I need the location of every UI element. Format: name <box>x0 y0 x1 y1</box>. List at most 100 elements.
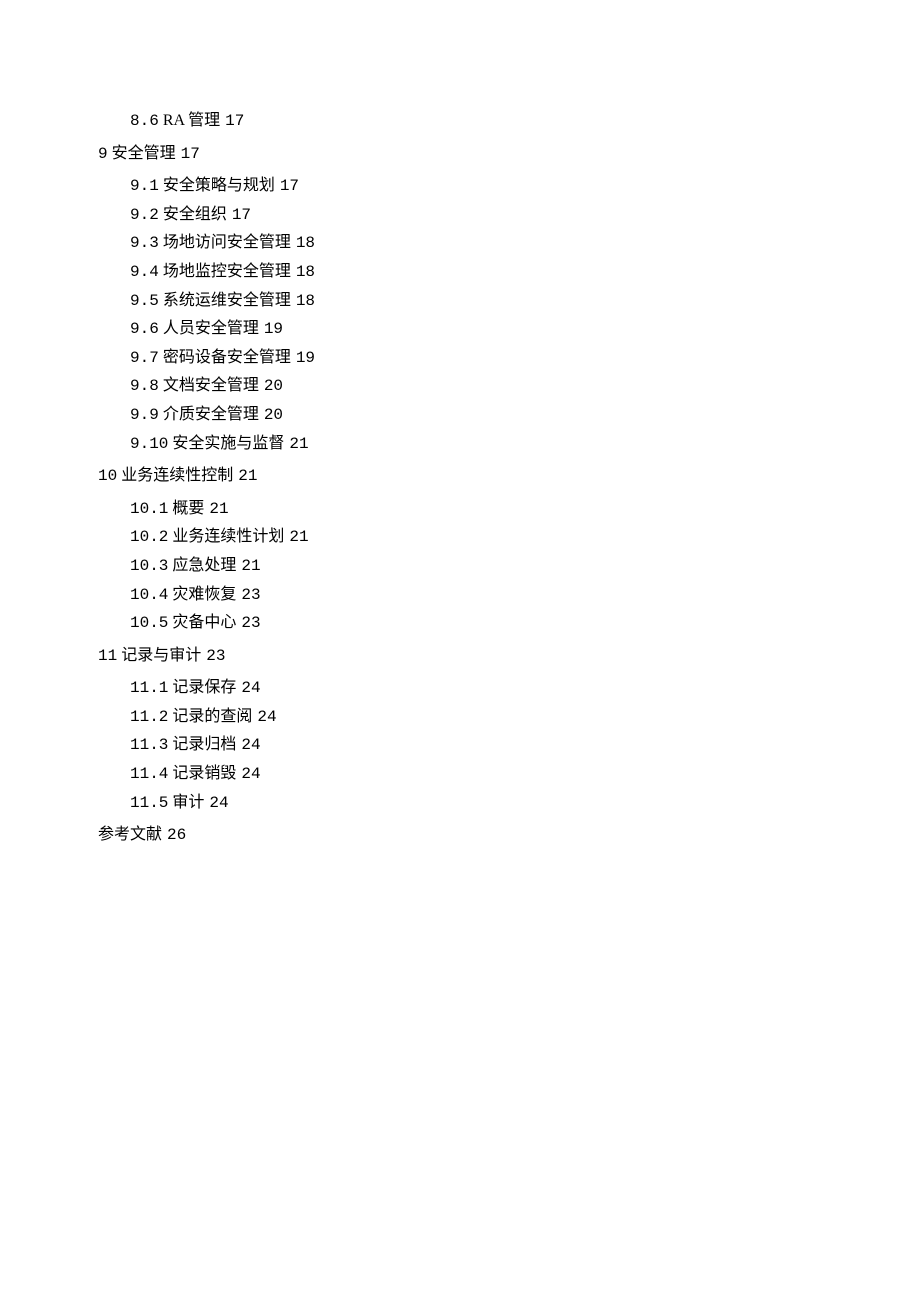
toc-entry-page: 17 <box>280 177 299 195</box>
toc-entry-number: 11.3 <box>130 736 168 754</box>
toc-entry-page: 24 <box>209 794 228 812</box>
toc-entry-title: 灾难恢复 <box>172 586 236 603</box>
toc-entry-page: 17 <box>232 206 251 224</box>
toc-entry-page: 21 <box>209 500 228 518</box>
toc-entry-title: 系统运维安全管理 <box>163 292 291 309</box>
toc-entry-number: 9.6 <box>130 320 159 338</box>
toc-entry-number: 10.5 <box>130 614 168 632</box>
toc-entry: 9.8 文档安全管理 20 <box>130 373 920 400</box>
toc-entry-page: 18 <box>296 292 315 310</box>
toc-entry-title: 场地监控安全管理 <box>163 263 291 280</box>
toc-entry-title: 记录归档 <box>172 736 236 753</box>
toc-entry-title: 文档安全管理 <box>163 377 259 394</box>
toc-entry-number: 9.9 <box>130 406 159 424</box>
toc-entry-title: 人员安全管理 <box>163 320 259 337</box>
toc-entry-title: 概要 <box>172 500 204 517</box>
toc-entry-number: 9.4 <box>130 263 159 281</box>
toc-entry-number: 11 <box>98 647 117 665</box>
toc-entry-page: 23 <box>241 586 260 604</box>
toc-entry: 9.5 系统运维安全管理 18 <box>130 288 920 315</box>
toc-entry-number: 9.1 <box>130 177 159 195</box>
toc-entry: 9.10 安全实施与监督 21 <box>130 431 920 458</box>
toc-entry-number: 10.4 <box>130 586 168 604</box>
toc-entry-title: 业务连续性控制 <box>121 467 233 484</box>
toc-entry-title: 安全实施与监督 <box>172 435 284 452</box>
toc-entry-number: 9.10 <box>130 435 168 453</box>
toc-entry-title: 应急处理 <box>172 557 236 574</box>
toc-entry: 8.6 RA 管理 17 <box>130 108 920 135</box>
toc-entry-page: 19 <box>296 349 315 367</box>
toc-entry-number: 11.2 <box>130 708 168 726</box>
table-of-contents: 8.6 RA 管理 179 安全管理 179.1 安全策略与规划 179.2 安… <box>98 108 920 849</box>
toc-entry: 10 业务连续性控制 21 <box>98 463 920 490</box>
toc-entry: 11 记录与审计 23 <box>98 643 920 670</box>
toc-entry-title: 安全组织 <box>163 206 227 223</box>
toc-entry-title: 密码设备安全管理 <box>163 349 291 366</box>
toc-entry-number: 11.5 <box>130 794 168 812</box>
toc-entry-number: 10.1 <box>130 500 168 518</box>
toc-entry: 10.3 应急处理 21 <box>130 553 920 580</box>
toc-entry-page: 23 <box>206 647 225 665</box>
toc-entry-page: 19 <box>264 320 283 338</box>
toc-entry-page: 24 <box>241 679 260 697</box>
toc-entry: 10.2 业务连续性计划 21 <box>130 524 920 551</box>
toc-entry-number: 9.7 <box>130 349 159 367</box>
toc-entry: 9 安全管理 17 <box>98 141 920 168</box>
toc-entry-number: 9.8 <box>130 377 159 395</box>
toc-entry-page: 20 <box>264 377 283 395</box>
toc-entry: 9.2 安全组织 17 <box>130 202 920 229</box>
toc-entry: 11.3 记录归档 24 <box>130 732 920 759</box>
toc-entry-number: 10.3 <box>130 557 168 575</box>
toc-entry-page: 24 <box>257 708 276 726</box>
toc-entry-page: 26 <box>167 826 186 844</box>
toc-entry-page: 18 <box>296 234 315 252</box>
toc-entry-number: 9 <box>98 145 108 163</box>
toc-entry-number: 9.2 <box>130 206 159 224</box>
toc-entry-page: 17 <box>181 145 200 163</box>
toc-entry-number: 11.4 <box>130 765 168 783</box>
toc-entry-page: 24 <box>241 736 260 754</box>
toc-entry-title: 记录的查阅 <box>172 708 252 725</box>
toc-entry-page: 21 <box>289 435 308 453</box>
toc-entry-number: 9.3 <box>130 234 159 252</box>
toc-entry: 9.1 安全策略与规划 17 <box>130 173 920 200</box>
toc-entry: 10.1 概要 21 <box>130 496 920 523</box>
toc-entry-number: 9.5 <box>130 292 159 310</box>
toc-entry-page: 21 <box>289 528 308 546</box>
toc-entry-title: 业务连续性计划 <box>172 528 284 545</box>
toc-entry: 11.5 审计 24 <box>130 790 920 817</box>
toc-entry-title: 介质安全管理 <box>163 406 259 423</box>
toc-entry: 10.4 灾难恢复 23 <box>130 582 920 609</box>
toc-entry-title: 记录保存 <box>172 679 236 696</box>
toc-entry-title: 安全管理 <box>112 145 176 162</box>
toc-entry-page: 23 <box>241 614 260 632</box>
toc-entry-title: 场地访问安全管理 <box>163 234 291 251</box>
toc-entry-page: 24 <box>241 765 260 783</box>
toc-entry: 9.3 场地访问安全管理 18 <box>130 230 920 257</box>
toc-entry: 9.6 人员安全管理 19 <box>130 316 920 343</box>
toc-entry-title: 参考文献 <box>98 826 162 843</box>
toc-entry: 9.4 场地监控安全管理 18 <box>130 259 920 286</box>
toc-entry-title: 记录与审计 <box>121 647 201 664</box>
toc-entry-page: 20 <box>264 406 283 424</box>
toc-entry-title: 记录销毁 <box>172 765 236 782</box>
toc-entry-page: 18 <box>296 263 315 281</box>
toc-entry-number: 11.1 <box>130 679 168 697</box>
toc-entry: 11.4 记录销毁 24 <box>130 761 920 788</box>
toc-entry-title: 灾备中心 <box>172 614 236 631</box>
toc-entry-title: 审计 <box>172 794 204 811</box>
toc-entry-page: 17 <box>225 112 244 130</box>
toc-entry-number: 10 <box>98 467 117 485</box>
toc-entry: 9.9 介质安全管理 20 <box>130 402 920 429</box>
toc-entry-title: 安全策略与规划 <box>163 177 275 194</box>
toc-entry: 10.5 灾备中心 23 <box>130 610 920 637</box>
toc-entry-page: 21 <box>241 557 260 575</box>
toc-entry: 11.1 记录保存 24 <box>130 675 920 702</box>
toc-entry-number: 10.2 <box>130 528 168 546</box>
toc-entry-page: 21 <box>238 467 257 485</box>
toc-entry: 参考文献 26 <box>98 822 920 849</box>
toc-entry-title: RA 管理 <box>163 112 220 129</box>
toc-entry-number: 8.6 <box>130 112 159 130</box>
toc-entry: 11.2 记录的查阅 24 <box>130 704 920 731</box>
toc-entry: 9.7 密码设备安全管理 19 <box>130 345 920 372</box>
